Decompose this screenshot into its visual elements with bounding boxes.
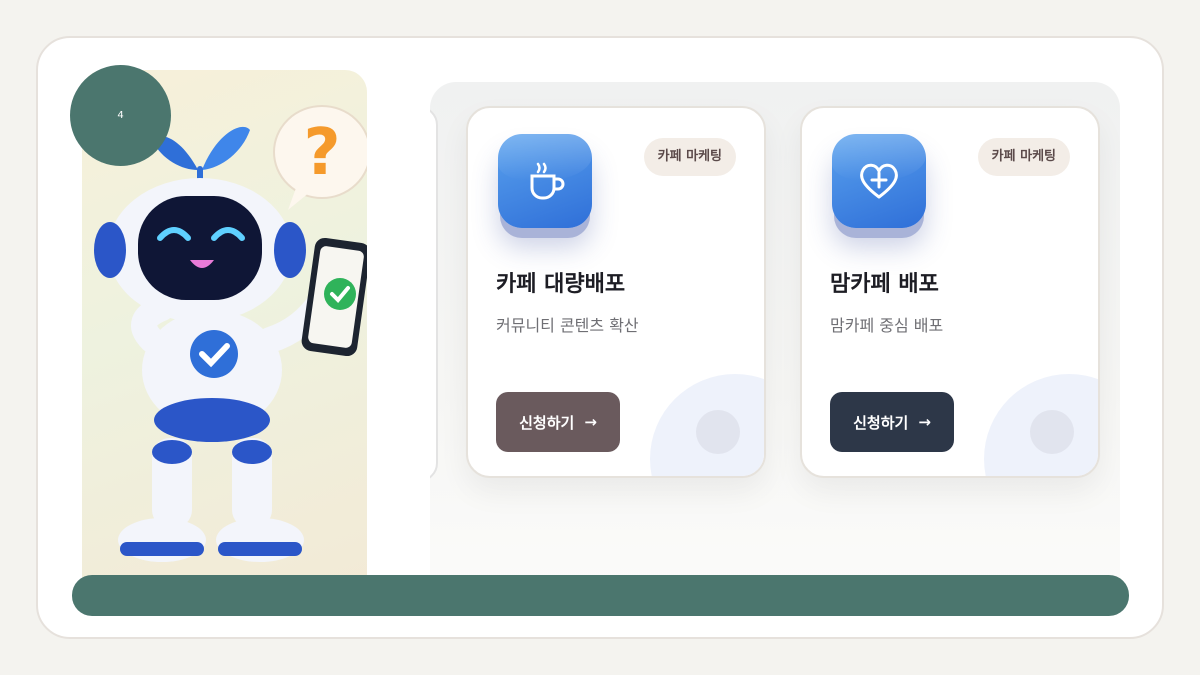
page-number: 4 [117,110,124,121]
page-number-badge: 4 [70,65,171,166]
svg-text:?: ? [303,116,340,190]
apply-button-label: 신청하기 [853,413,909,432]
decor-dot [696,410,740,454]
decor-dot [1030,410,1074,454]
card-title: 카페 대량배포 [496,272,626,297]
heart-plus-icon [832,134,926,228]
previous-card-edge[interactable] [430,106,438,482]
coffee-cup-icon [498,134,592,228]
service-card-cafe-mass[interactable]: 카페 마케팅 카페 대량배포 커뮤니티 콘텐츠 확산 신청하기 → [466,106,766,478]
service-cards-carousel[interactable]: 카페 마케팅 카페 대량배포 커뮤니티 콘텐츠 확산 신청하기 → 카페 마케팅… [430,82,1120,592]
arrow-right-icon: → [918,413,931,431]
card-description: 맘카페 중심 배포 [830,316,944,335]
arrow-right-icon: → [584,413,597,431]
card-title: 맘카페 배포 [830,272,939,297]
service-card-mom-cafe[interactable]: 카페 마케팅 맘카페 배포 맘카페 중심 배포 신청하기 → [800,106,1100,478]
category-tag: 카페 마케팅 [977,138,1070,176]
category-tag: 카페 마케팅 [643,138,736,176]
apply-button[interactable]: 신청하기 → [830,392,954,452]
footer-accent-bar [72,575,1129,616]
apply-button[interactable]: 신청하기 → [496,392,620,452]
card-description: 커뮤니티 콘텐츠 확산 [496,316,639,335]
apply-button-label: 신청하기 [519,413,575,432]
